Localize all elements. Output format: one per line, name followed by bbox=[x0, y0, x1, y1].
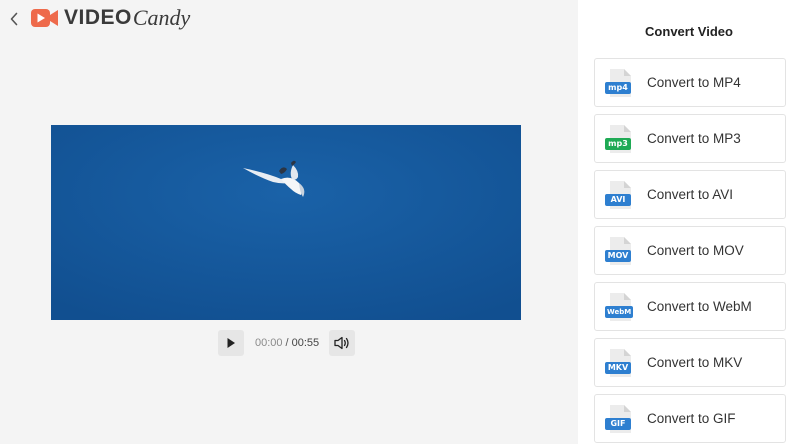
convert-to-mkv-button[interactable]: MKV Convert to MKV bbox=[594, 338, 786, 387]
volume-button[interactable] bbox=[329, 330, 356, 356]
logo-candy-text: Candy bbox=[132, 5, 191, 30]
convert-label: Convert to MOV bbox=[647, 243, 744, 258]
format-tag: MKV bbox=[605, 361, 631, 374]
video-preview[interactable] bbox=[51, 125, 521, 320]
camera-logo-icon bbox=[31, 9, 58, 27]
convert-to-webm-button[interactable]: WebM Convert to WebM bbox=[594, 282, 786, 331]
convert-label: Convert to MKV bbox=[647, 355, 743, 370]
mp3-file-icon: mp3 bbox=[605, 124, 633, 154]
videocandy-logo[interactable]: VIDEO Candy bbox=[31, 6, 190, 30]
chevron-left-icon bbox=[10, 12, 18, 26]
time-separator: / bbox=[285, 337, 289, 349]
play-icon bbox=[227, 338, 235, 348]
convert-sidebar: Convert Video mp4 Convert to MP4 mp3 Con… bbox=[578, 0, 800, 444]
format-tag: GIF bbox=[605, 417, 631, 430]
current-time: 00:00 bbox=[255, 337, 283, 349]
duration: 00:55 bbox=[291, 337, 320, 349]
player-controls: 00:00/00:55 bbox=[218, 330, 356, 356]
play-button[interactable] bbox=[218, 330, 244, 356]
convert-to-avi-button[interactable]: AVI Convert to AVI bbox=[594, 170, 786, 219]
sidebar-title: Convert Video bbox=[645, 24, 733, 39]
format-tag: mp3 bbox=[605, 137, 631, 150]
mov-file-icon: MOV bbox=[605, 236, 633, 266]
convert-to-mp4-button[interactable]: mp4 Convert to MP4 bbox=[594, 58, 786, 107]
logo-video-text: VIDEO bbox=[64, 6, 132, 29]
convert-label: Convert to WebM bbox=[647, 299, 752, 314]
convert-to-gif-button[interactable]: GIF Convert to GIF bbox=[594, 394, 786, 443]
gif-file-icon: GIF bbox=[605, 404, 633, 434]
convert-label: Convert to MP3 bbox=[647, 131, 741, 146]
back-button[interactable] bbox=[6, 10, 22, 28]
format-tag: MOV bbox=[605, 249, 631, 262]
format-tag: AVI bbox=[605, 193, 631, 206]
convert-label: Convert to AVI bbox=[647, 187, 734, 202]
mp4-file-icon: mp4 bbox=[605, 68, 633, 98]
convert-label: Convert to GIF bbox=[647, 411, 736, 426]
webm-file-icon: WebM bbox=[605, 292, 634, 322]
editor-area: VIDEO Candy 00:00 / 00:55 bbox=[0, 0, 578, 444]
video-frame bbox=[51, 125, 521, 320]
convert-label: Convert to MP4 bbox=[647, 75, 741, 90]
convert-to-mov-button[interactable]: MOV Convert to MOV bbox=[594, 226, 786, 275]
time-display: 00:00/00:55 bbox=[255, 337, 319, 349]
convert-to-mp3-button[interactable]: mp3 Convert to MP3 bbox=[594, 114, 786, 163]
avi-file-icon: AVI bbox=[605, 180, 633, 210]
speaker-icon bbox=[334, 336, 349, 350]
format-tag: WebM bbox=[605, 305, 634, 318]
mkv-file-icon: MKV bbox=[605, 348, 633, 378]
format-tag: mp4 bbox=[605, 81, 631, 94]
